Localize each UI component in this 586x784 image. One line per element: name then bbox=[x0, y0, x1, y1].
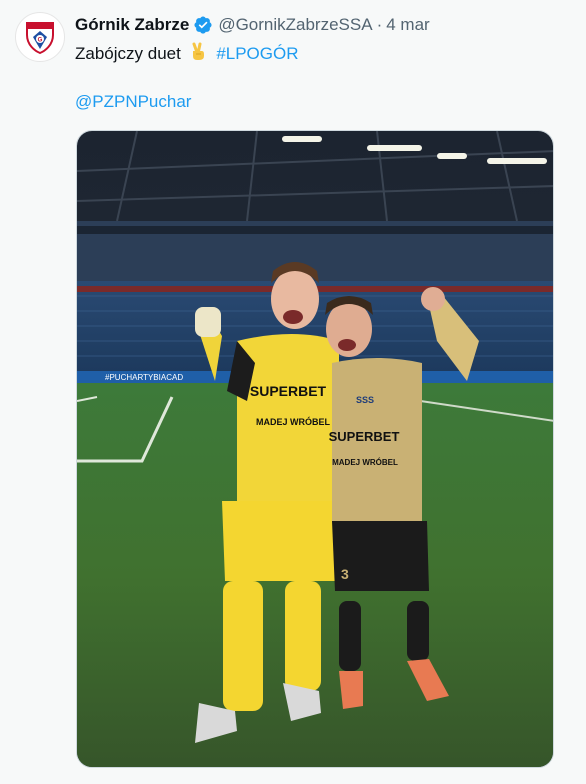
stadium-photo: #PUCHARTYBIACAD SUPERBET MADEJ WRÓBEL SU… bbox=[77, 131, 553, 767]
shirt-sponsor-2: SUPERBET bbox=[329, 429, 400, 444]
victory-hand-icon bbox=[192, 42, 204, 60]
svg-text:G: G bbox=[38, 38, 43, 44]
stadium-banner: #PUCHARTYBIACAD bbox=[105, 373, 183, 382]
shirt-sponsor: SUPERBET bbox=[250, 383, 327, 399]
timestamp[interactable]: 4 mar bbox=[386, 15, 429, 35]
shirt-brand: MADEJ WRÓBEL bbox=[256, 416, 331, 427]
hashtag-link[interactable]: #LPOGÓR bbox=[216, 44, 298, 63]
tweet-header: Górnik Zabrze @GornikZabrzeSSA · 4 mar bbox=[75, 14, 430, 36]
shorts-number: 3 bbox=[341, 566, 349, 582]
mention-link[interactable]: @PZPNPuchar bbox=[75, 92, 191, 111]
tweet[interactable]: G Górnik Zabrze @GornikZabrzeSSA · 4 mar… bbox=[0, 0, 586, 784]
tweet-text-main: Zabójczy duet bbox=[75, 44, 181, 63]
avatar[interactable]: G bbox=[15, 12, 65, 62]
tweet-text: Zabójczy duet #LPOGÓR bbox=[75, 42, 299, 65]
mention-line: @PZPNPuchar bbox=[75, 91, 191, 113]
tweet-photo[interactable]: #PUCHARTYBIACAD SUPERBET MADEJ WRÓBEL SU… bbox=[76, 130, 554, 768]
gornik-crest-icon: G bbox=[26, 22, 54, 55]
author-handle[interactable]: @GornikZabrzeSSA bbox=[218, 15, 372, 35]
header-separator: · bbox=[376, 15, 383, 34]
verified-badge-icon bbox=[194, 16, 212, 34]
shirt-brand-2: MADEJ WRÓBEL bbox=[332, 458, 398, 467]
shirt-logo: SSS bbox=[356, 395, 374, 405]
author-name[interactable]: Górnik Zabrze bbox=[75, 15, 189, 35]
